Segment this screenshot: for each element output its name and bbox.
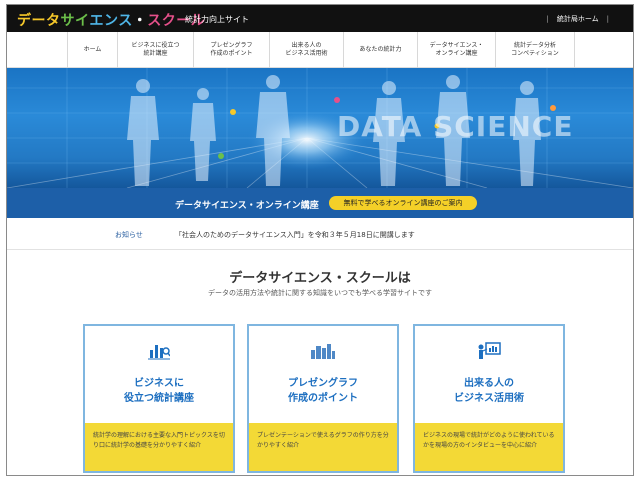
person-silhouette: [190, 88, 216, 181]
bar-chart-icon: [85, 342, 233, 360]
divider: |: [606, 15, 609, 23]
nav-item-business-stats[interactable]: ビジネスに役立つ 統計講座: [117, 32, 193, 68]
intro-title: データサイエンス・スクールは: [229, 271, 411, 286]
logo-part: サイ: [60, 13, 90, 29]
nav-item-online-course[interactable]: データサイエンス・ オンライン講座: [417, 32, 495, 68]
accent-dot: [230, 109, 236, 115]
site-logo[interactable]: データサイエンス・スクール: [17, 10, 205, 30]
banner-title: データサイエンス・オンライン講座: [175, 201, 319, 211]
person-silhouette: [127, 79, 159, 186]
nav-item-business-use[interactable]: 出来る人の ビジネス活用術: [269, 32, 343, 68]
notice-link[interactable]: 「社会人のためのデータサイエンス入門」を令和３年５月18日に開講します: [175, 230, 415, 240]
portal-link[interactable]: | 統計局ホーム |: [538, 14, 617, 24]
top-header: データサイエンス・スクール 統計力向上サイト | 統計局ホーム |: [7, 5, 633, 32]
course-banner: データサイエンス・オンライン講座 無料で学べるオンライン講座のご案内: [7, 188, 633, 218]
notice-label: お知らせ: [115, 231, 143, 239]
portal-link-label: 統計局ホーム: [556, 15, 599, 23]
person-silhouette: [256, 75, 290, 186]
card-title: ビジネスに 役立つ統計講座: [124, 378, 194, 404]
intro-subtitle: データの活用方法や統計に関する知識をいつでも学べる学習サイトです: [208, 289, 432, 297]
free-course-button[interactable]: 無料で学べるオンライン講座のご案内: [329, 196, 477, 210]
main-nav: ホーム ビジネスに役立つ 統計講座 プレゼングラフ 作成のポイント 出来る人の …: [7, 32, 633, 68]
card-description: 統計学の理解における主要な入門トピックスを切り口に統計学の基礎を分かりやすく紹介: [85, 423, 233, 471]
hero-banner: DATA SCIENCE: [7, 68, 633, 188]
nav-item-home[interactable]: ホーム: [67, 32, 117, 68]
presenter-board-icon: [415, 342, 563, 360]
card-business-stats[interactable]: ビジネスに 役立つ統計講座 統計学の理解における主要な入門トピックスを切り口に統…: [83, 324, 235, 473]
logo-part: ・: [132, 13, 148, 29]
logo-part: データ: [17, 13, 61, 29]
card-description: ビジネスの現場で統計がどのように使われているかを現場の方のインタビューを中心に紹…: [415, 423, 563, 471]
card-title: 出来る人の ビジネス活用術: [454, 378, 524, 404]
card-presentation-graph[interactable]: プレゼングラフ 作成のポイント プレゼンテーションで使えるグラフの作り方を分かり…: [247, 324, 399, 473]
divider: |: [546, 15, 549, 23]
browser-page: データサイエンス・スクール 統計力向上サイト | 統計局ホーム | ホーム ビジネス…: [6, 4, 634, 476]
nav-item-competition[interactable]: 統計データ分析 コンペティション: [495, 32, 575, 68]
logo-part: エンス: [89, 13, 133, 29]
card-business-use[interactable]: 出来る人の ビジネス活用術 ビジネスの現場で統計がどのように使われているかを現場…: [413, 324, 565, 473]
notice-bar: お知らせ 「社会人のためのデータサイエンス入門」を令和３年５月18日に開講します: [7, 218, 633, 250]
nav-item-presentation-graph[interactable]: プレゼングラフ 作成のポイント: [193, 32, 269, 68]
hero-watermark: DATA SCIENCE: [337, 110, 574, 143]
card-description: プレゼンテーションで使えるグラフの作り方を分かりやすく紹介: [249, 423, 397, 471]
cityscape-chart-icon: [249, 342, 397, 360]
card-title: プレゼングラフ 作成のポイント: [288, 378, 358, 404]
nav-item-your-stats-skill[interactable]: あなたの統計力: [343, 32, 417, 68]
accent-dot: [334, 97, 340, 103]
accent-dot: [218, 153, 224, 159]
site-subtitle: 統計力向上サイト: [185, 15, 249, 24]
